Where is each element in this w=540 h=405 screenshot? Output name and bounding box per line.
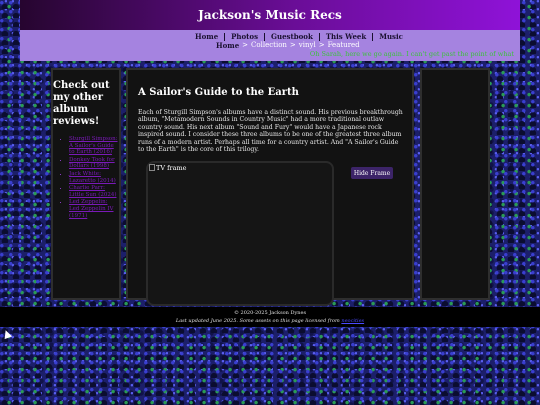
hide-frame-button[interactable]: Hide Frame — [351, 167, 393, 179]
page-title: A Sailor's Guide to the Earth — [138, 87, 299, 98]
review-link[interactable]: Jack White: Lazaretto (2014) — [69, 171, 116, 184]
nav-guestbook[interactable]: Guestbook — [264, 33, 319, 41]
last-updated: Last updated June 2025. Some assets on t… — [176, 318, 364, 324]
broken-image-icon — [149, 164, 155, 171]
copyright: © 2020-2025 Jackson Dynes — [233, 310, 307, 316]
site-title: Jackson's Music Recs — [198, 8, 342, 22]
breadcrumb-vinyl[interactable]: vinyl — [299, 41, 316, 50]
mouse-cursor-icon — [1, 328, 13, 340]
breadcrumb-collection[interactable]: Collection — [251, 41, 287, 50]
list-item: Jack White: Lazaretto (2014) — [69, 171, 119, 184]
breadcrumb: Home > Collection > vinyl > Featured — [216, 41, 360, 50]
scrolling-lyrics: Oh Sarah, here we go again. I can't get … — [309, 50, 514, 58]
tv-frame: TV frame — [146, 161, 334, 306]
list-item: Sturgill Simpson: A Sailor's Guide to Ea… — [69, 136, 119, 156]
breadcrumb-separator: > — [289, 41, 296, 49]
nav-this-week[interactable]: This Week — [318, 33, 372, 41]
nav-bar: Home Photos Guestbook This Week Music Ho… — [20, 30, 520, 61]
sidebar-heading: Check out my other album reviews! — [53, 80, 110, 127]
list-item: Led Zeppelin: Led Zeppelin IV (1971) — [69, 199, 119, 219]
last-updated-text: Last updated June 2025. Some assets on t… — [175, 318, 340, 324]
review-link[interactable]: Led Zeppelin: Led Zeppelin IV (1971) — [69, 199, 114, 218]
nav-photos[interactable]: Photos — [224, 33, 264, 41]
tv-frame-alt: TV frame — [149, 164, 187, 172]
list-item: Donkey Took for Dollars (1998) — [69, 157, 119, 170]
main-content: A Sailor's Guide to the Earth Each of St… — [126, 68, 414, 306]
review-link[interactable]: Sturgill Simpson: A Sailor's Guide to Ea… — [69, 136, 118, 155]
right-panel — [420, 68, 490, 300]
breadcrumb-separator: > — [242, 41, 249, 49]
review-link[interactable]: Charlie Parr: Little Sun (2024) — [69, 185, 116, 198]
credit-link[interactable]: neocities — [341, 318, 364, 324]
site-header: Jackson's Music Recs — [20, 0, 520, 30]
list-item: Charlie Parr: Little Sun (2024) — [69, 185, 119, 198]
review-link[interactable]: Donkey Took for Dollars (1998) — [69, 157, 115, 170]
nav-music[interactable]: Music — [372, 33, 409, 41]
sidebar-panel: Check out my other album reviews! Sturgi… — [51, 68, 121, 300]
site-footer: © 2020-2025 Jackson Dynes Last updated J… — [0, 307, 540, 327]
nav-links: Home Photos Guestbook This Week Music — [195, 33, 409, 41]
tv-frame-alt-text: TV frame — [156, 164, 187, 172]
nav-home[interactable]: Home — [195, 33, 224, 41]
breadcrumb-separator: > — [318, 41, 325, 49]
review-body: Each of Sturgill Simpson's albums have a… — [138, 109, 403, 154]
breadcrumb-current: Featured — [327, 41, 360, 49]
review-list: Sturgill Simpson: A Sailor's Guide to Ea… — [53, 136, 119, 219]
breadcrumb-home[interactable]: Home — [216, 41, 239, 50]
